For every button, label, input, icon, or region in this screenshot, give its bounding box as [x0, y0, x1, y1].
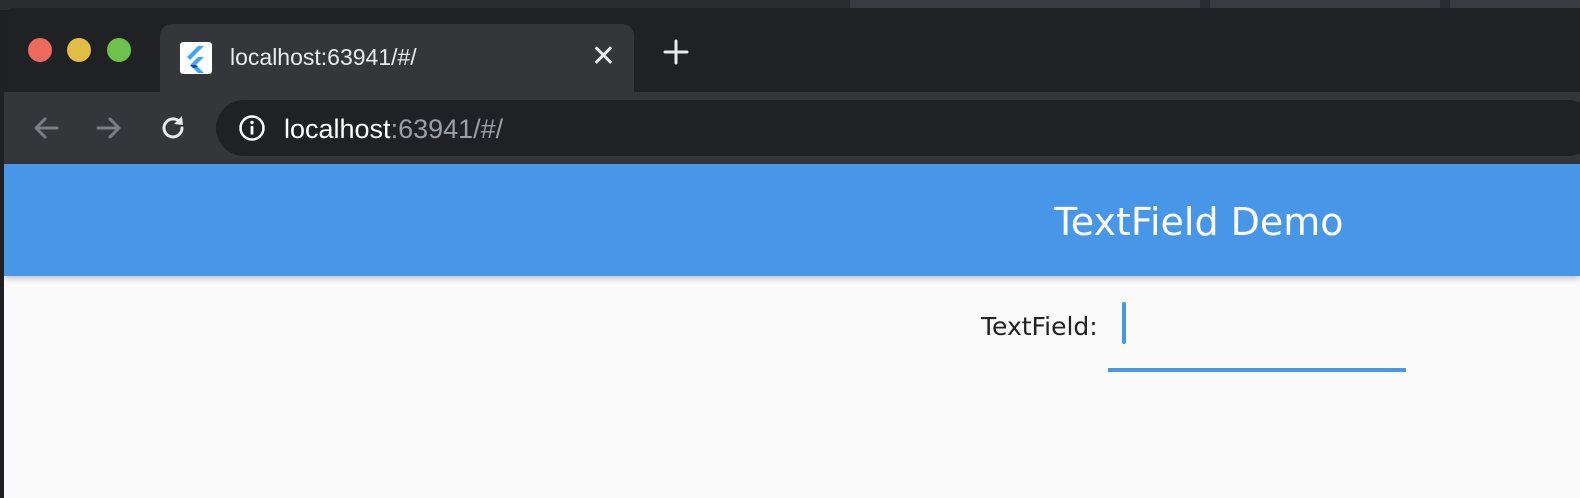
reload-icon[interactable]	[155, 110, 191, 146]
info-icon[interactable]	[238, 114, 266, 142]
background-window-tab	[1210, 0, 1440, 8]
url-text: localhost:63941/#/	[284, 114, 503, 145]
flutter-favicon-icon	[180, 42, 212, 74]
zoom-window-button[interactable]	[107, 38, 131, 62]
tab-bar: localhost:63941/#/ ✕	[4, 8, 1580, 92]
minimize-window-button[interactable]	[67, 38, 91, 62]
text-field-label: TextField:	[981, 312, 1098, 341]
app-bar: TextField Demo	[4, 164, 1580, 276]
url-host: localhost	[284, 114, 391, 144]
forward-arrow-icon[interactable]	[91, 110, 127, 146]
plus-icon[interactable]	[660, 36, 692, 68]
tab-title: localhost:63941/#/	[230, 44, 417, 70]
text-field-underline	[1108, 368, 1406, 372]
browser-window: localhost:63941/#/ ✕ localhost:63941/#/ …	[4, 8, 1580, 498]
close-icon[interactable]: ✕	[591, 40, 616, 74]
text-cursor	[1122, 302, 1126, 344]
active-tab[interactable]: localhost:63941/#/ ✕	[160, 24, 634, 92]
background-window-tab	[850, 0, 1200, 8]
close-window-button[interactable]	[28, 38, 52, 62]
browser-toolbar: localhost:63941/#/	[4, 92, 1580, 164]
page-viewport: TextField Demo TextField:	[4, 164, 1580, 498]
background-window-tab	[1450, 0, 1580, 8]
url-path: :63941/#/	[390, 114, 504, 144]
text-field-input[interactable]	[1108, 302, 1406, 372]
back-arrow-icon[interactable]	[28, 110, 64, 146]
address-bar[interactable]: localhost:63941/#/	[216, 100, 1580, 156]
page-title: TextField Demo	[1054, 200, 1344, 244]
